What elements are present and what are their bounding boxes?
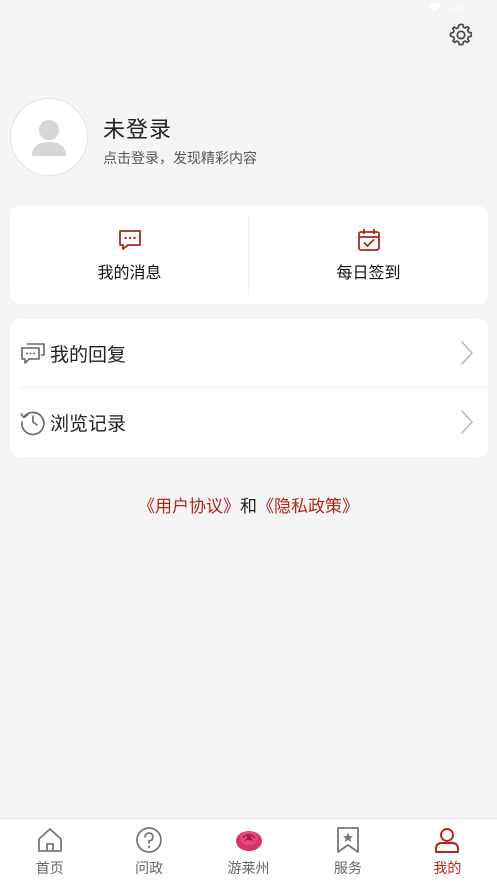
tab-mine[interactable]: 我的 — [398, 819, 497, 883]
chevron-right-icon — [461, 341, 473, 365]
tab-inquiry[interactable]: 问政 — [99, 819, 198, 883]
wifi-icon — [429, 3, 441, 12]
agreement-links: 《用户协议》和《隐私政策》 — [0, 492, 497, 517]
question-icon — [136, 827, 163, 853]
tab-label: 我的 — [433, 861, 462, 877]
tab-label: 问政 — [135, 861, 164, 877]
menu-list-card: 我的回复 浏览记录 — [10, 319, 488, 457]
list-item-browse-history[interactable]: 浏览记录 — [10, 388, 488, 456]
tab-label: 服务 — [333, 861, 362, 877]
list-item-label: 浏览记录 — [50, 412, 127, 435]
gear-icon — [449, 23, 473, 46]
tab-label: 游莱州 — [227, 861, 270, 877]
list-item-my-replies[interactable]: 我的回复 — [10, 319, 488, 387]
chat-bubbles-icon — [21, 343, 45, 364]
history-icon — [20, 411, 45, 436]
daily-checkin-button[interactable]: 每日签到 — [249, 206, 488, 304]
default-avatar-icon — [32, 120, 66, 156]
conjunction-text: 和 — [240, 497, 257, 517]
status-bar: 4:09 — [0, 0, 497, 18]
user-icon — [435, 828, 460, 853]
my-messages-label: 我的消息 — [97, 263, 162, 282]
my-messages-button[interactable]: 我的消息 — [10, 206, 249, 304]
login-status[interactable]: 未登录 — [103, 112, 172, 144]
tab-services[interactable]: 服务 — [298, 819, 397, 883]
bookmark-star-icon — [337, 827, 359, 853]
list-item-label: 我的回复 — [50, 343, 127, 366]
settings-button[interactable] — [446, 20, 476, 50]
daily-checkin-label: 每日签到 — [336, 263, 401, 282]
tab-tour[interactable]: 游莱州 — [199, 819, 298, 883]
tab-home[interactable]: 首页 — [0, 819, 99, 883]
avatar[interactable] — [10, 98, 88, 176]
bottom-tab-bar: 首页 问政 游莱州 服务 我的 — [0, 818, 497, 883]
quick-actions-card: 我的消息 每日签到 — [10, 206, 488, 304]
profile-header[interactable]: 未登录 点击登录，发现精彩内容 — [10, 98, 480, 178]
tab-label: 首页 — [35, 861, 64, 877]
user-agreement-link[interactable]: 《用户协议》 — [138, 497, 240, 517]
home-icon — [37, 828, 62, 852]
calendar-check-icon — [357, 229, 380, 251]
privacy-policy-link[interactable]: 《隐私政策》 — [257, 497, 359, 517]
chevron-right-icon — [461, 410, 473, 434]
login-prompt[interactable]: 点击登录，发现精彩内容 — [103, 148, 257, 168]
rose-icon — [235, 831, 262, 851]
status-time: 4:09 — [449, 4, 467, 13]
message-icon — [118, 230, 141, 250]
